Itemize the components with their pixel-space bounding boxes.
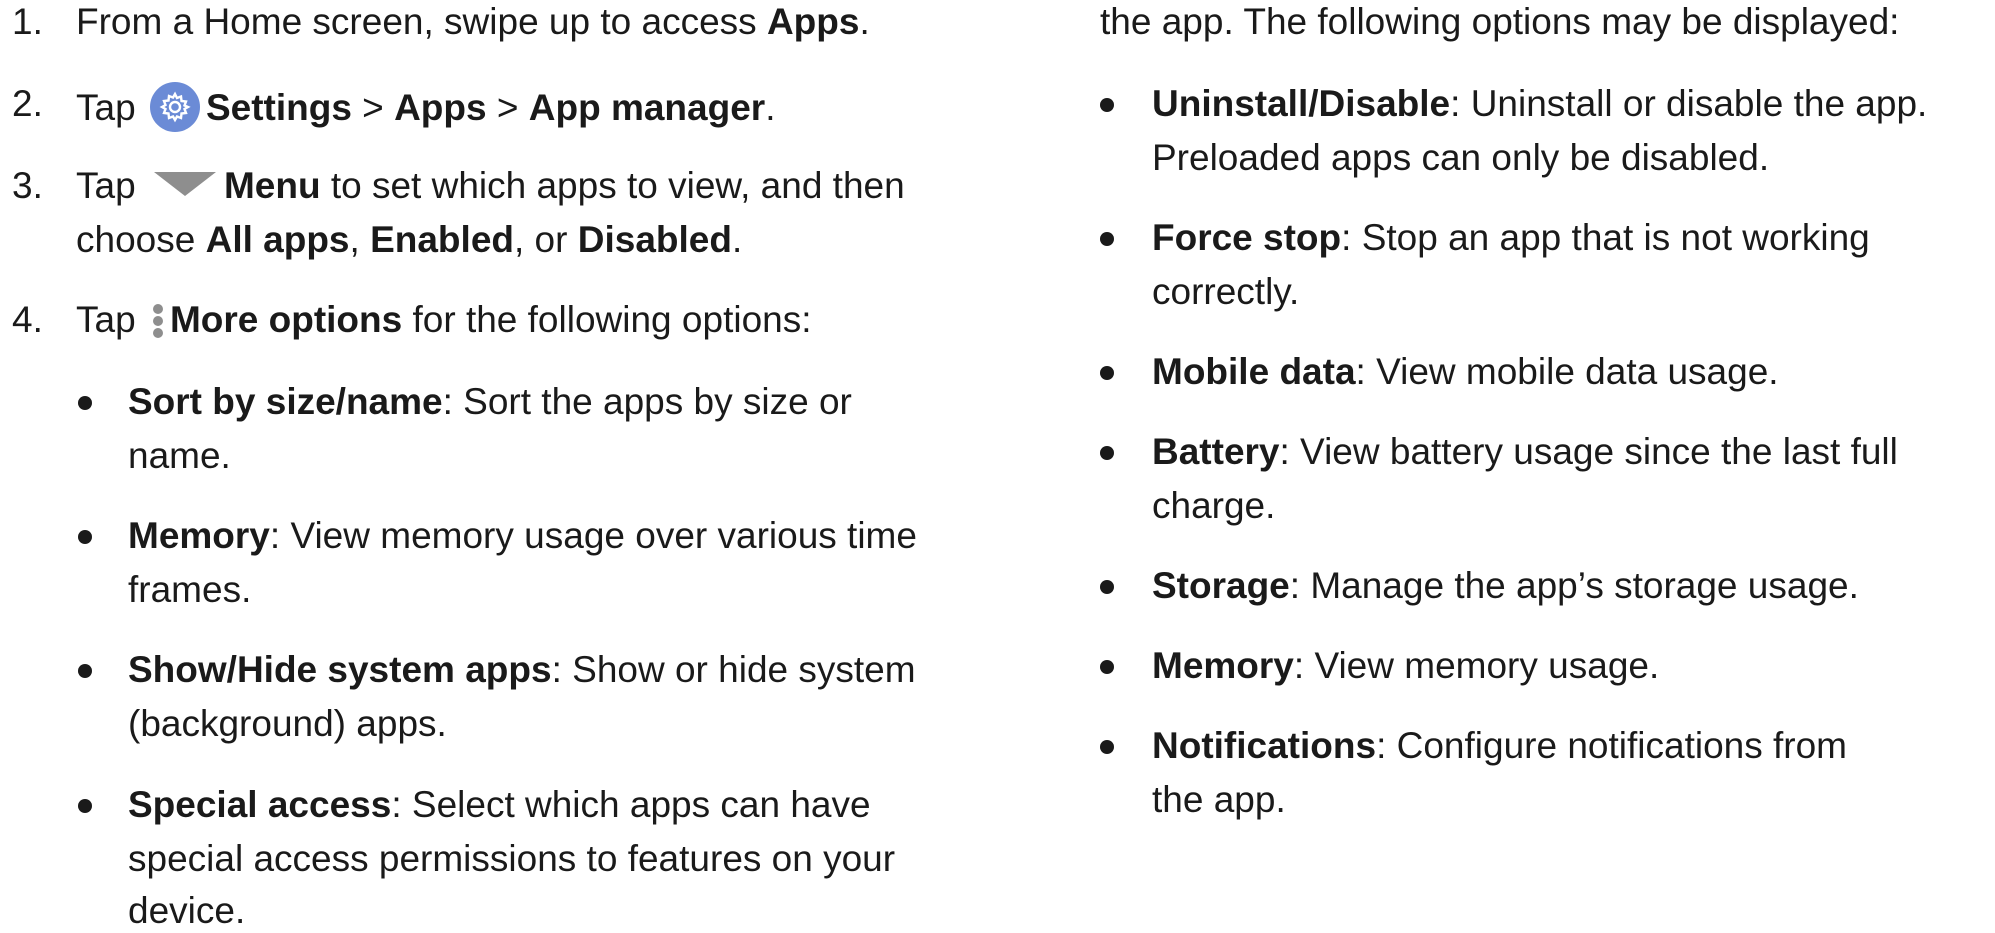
step-text: From a Home screen, swipe up to access A… <box>76 1 870 42</box>
intro-text: the app. The following options may be di… <box>1100 1 1900 42</box>
step-number: 2. <box>12 83 43 124</box>
step-text: Tap Settings > Apps > App manager. <box>76 82 775 132</box>
bullet-dot <box>78 396 92 410</box>
more-options-icon <box>152 302 164 340</box>
step-number: 3. <box>12 165 43 206</box>
dropdown-triangle-icon <box>153 172 216 196</box>
bullet-dot <box>1100 366 1114 380</box>
bullet-dot <box>78 664 92 678</box>
step-number: 1. <box>12 1 43 42</box>
step-text: Tap Menu to set which apps to view, and … <box>76 165 905 206</box>
bullet-dot <box>1100 98 1114 112</box>
settings-gear-icon <box>149 82 200 132</box>
bullet-dot <box>1100 232 1114 246</box>
bullet-dot <box>1100 740 1114 754</box>
bullet-dot <box>1100 580 1114 594</box>
bullet-dot <box>78 799 92 813</box>
step-number: 4. <box>12 299 43 340</box>
bullet-dot <box>78 530 92 544</box>
bullet-dot <box>1100 446 1114 460</box>
step-text: Tap More options for the following optio… <box>76 299 812 340</box>
bullet-dot <box>1100 660 1114 674</box>
